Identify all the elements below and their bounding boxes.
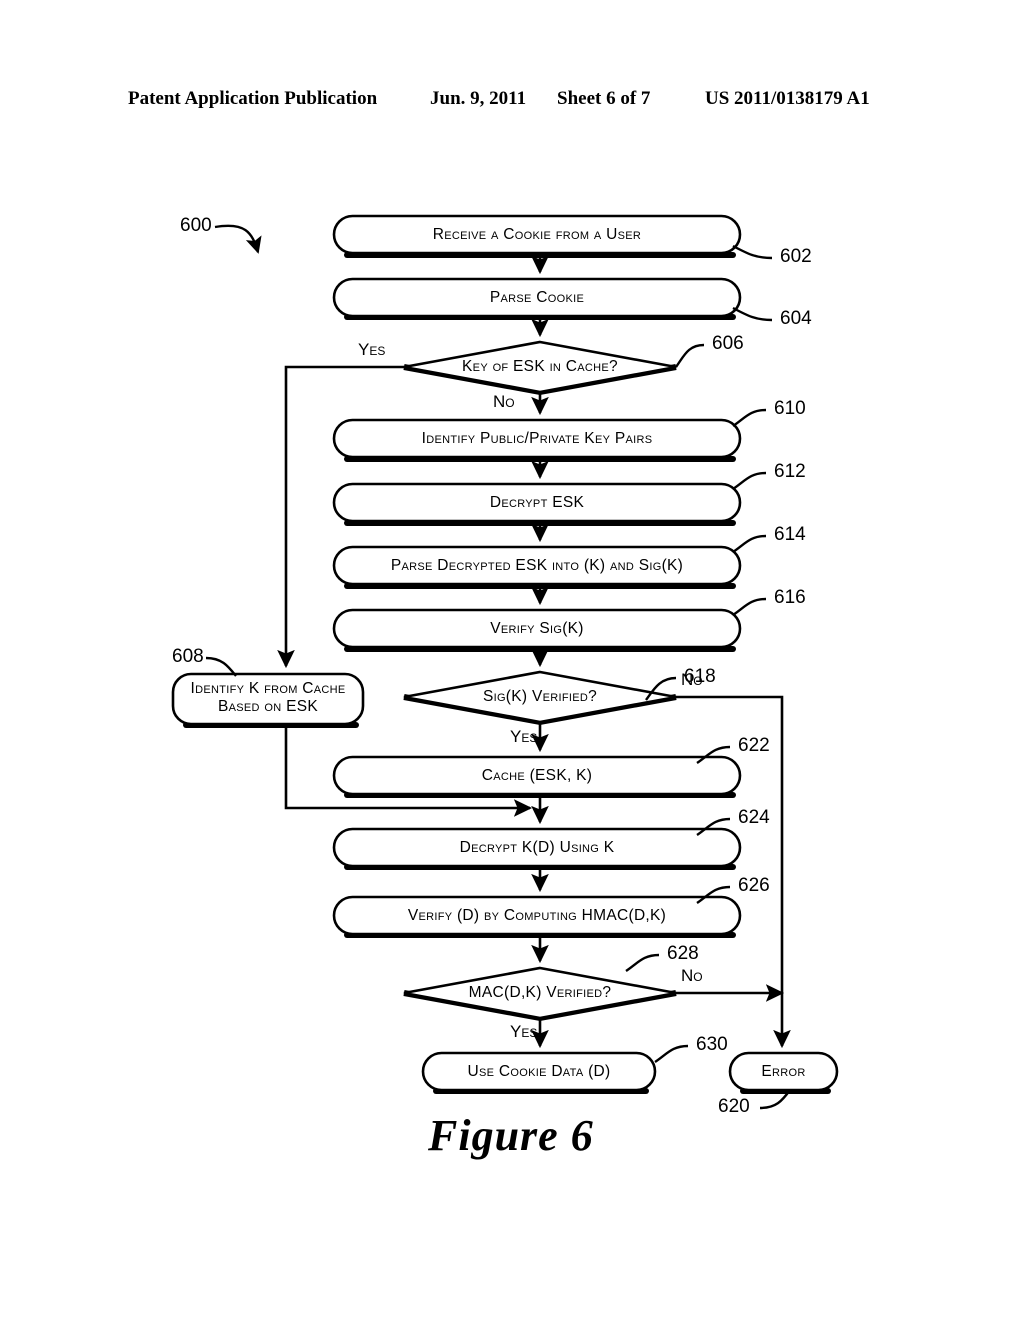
branch-label-606-no: No xyxy=(493,392,515,411)
node-620-shape xyxy=(728,1051,839,1092)
leader-610 xyxy=(732,408,767,427)
figure-6-flowchart: Receive a Cookie from a User Parse Cooki… xyxy=(0,0,1024,1320)
node-628-shape xyxy=(403,966,677,1020)
ref-num-612: 612 xyxy=(774,461,806,482)
node-604-shape xyxy=(332,277,742,318)
ref-num-628: 628 xyxy=(667,943,699,964)
leader-602 xyxy=(732,244,773,260)
node-630-shape xyxy=(421,1051,657,1092)
ref-num-604: 604 xyxy=(780,308,812,329)
node-624-shape xyxy=(332,827,742,868)
ref-num-618: 618 xyxy=(684,666,716,687)
ref-num-600: 600 xyxy=(180,215,212,236)
node-616-shape xyxy=(332,608,742,649)
ref-num-610: 610 xyxy=(774,398,806,419)
leader-604 xyxy=(732,306,773,322)
node-622-shape xyxy=(332,755,742,796)
branch-label-628-yes: Yes xyxy=(510,1022,538,1041)
node-614-shape xyxy=(332,545,742,586)
node-612-shape xyxy=(332,482,742,523)
ref-num-616: 616 xyxy=(774,587,806,608)
leader-630 xyxy=(654,1044,689,1063)
ref-num-626: 626 xyxy=(738,875,770,896)
ref-num-624: 624 xyxy=(738,807,770,828)
ref-num-622: 622 xyxy=(738,735,770,756)
node-618-shape xyxy=(403,670,677,724)
figure-caption: Figure 6 xyxy=(428,1111,594,1160)
ref-num-614: 614 xyxy=(774,524,806,545)
branch-label-628-no: No xyxy=(681,966,703,985)
leader-616 xyxy=(732,597,767,616)
node-608-shape xyxy=(171,672,365,726)
leader-600 xyxy=(214,224,262,254)
leader-614 xyxy=(732,534,767,553)
node-626-shape xyxy=(332,895,742,936)
ref-num-606: 606 xyxy=(712,333,744,354)
node-606-shape xyxy=(403,340,677,394)
leader-612 xyxy=(732,471,767,490)
ref-num-602: 602 xyxy=(780,246,812,267)
node-602-shape xyxy=(332,214,742,255)
ref-num-608: 608 xyxy=(172,646,204,667)
ref-num-630: 630 xyxy=(696,1034,728,1055)
leader-628 xyxy=(625,953,660,972)
branch-label-606-yes: Yes xyxy=(358,340,386,359)
leader-606 xyxy=(675,343,705,368)
ref-num-620: 620 xyxy=(718,1096,750,1117)
node-610-shape xyxy=(332,418,742,459)
branch-label-618-yes: Yes xyxy=(510,727,538,746)
